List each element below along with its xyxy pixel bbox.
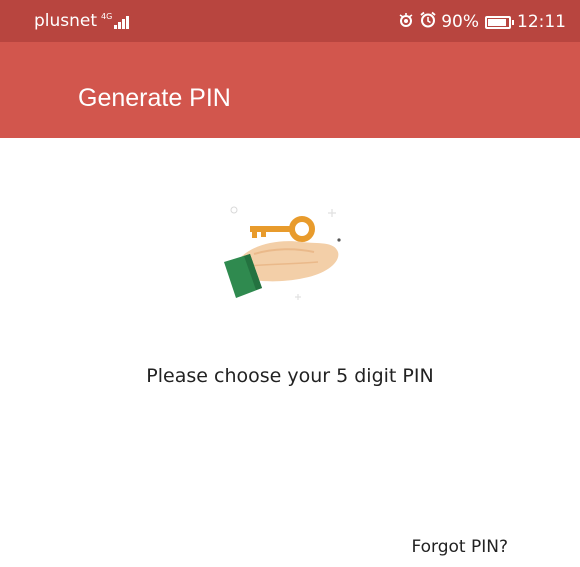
screen: plusnet 4G 90% 12:11 Generate PIN Please… xyxy=(0,0,580,567)
carrier-info: plusnet 4G xyxy=(34,11,130,31)
page-title: Generate PIN xyxy=(78,84,231,112)
alarm-icon xyxy=(419,11,437,33)
battery-percent: 90% xyxy=(441,12,479,32)
eye-comfort-icon xyxy=(397,12,415,33)
battery-icon xyxy=(485,15,514,29)
status-indicators: 90% 12:11 xyxy=(397,11,566,33)
app-bar: Generate PIN xyxy=(0,42,580,138)
status-bar: plusnet 4G 90% 12:11 xyxy=(0,0,580,42)
network-type: 4G xyxy=(101,12,113,21)
signal-icon: 4G xyxy=(101,12,130,29)
key-hand-illustration xyxy=(214,194,364,310)
carrier-name: plusnet xyxy=(34,11,98,31)
clock: 12:11 xyxy=(517,12,566,32)
forgot-pin-link[interactable]: Forgot PIN? xyxy=(411,536,508,558)
pin-prompt: Please choose your 5 digit PIN xyxy=(146,365,434,387)
